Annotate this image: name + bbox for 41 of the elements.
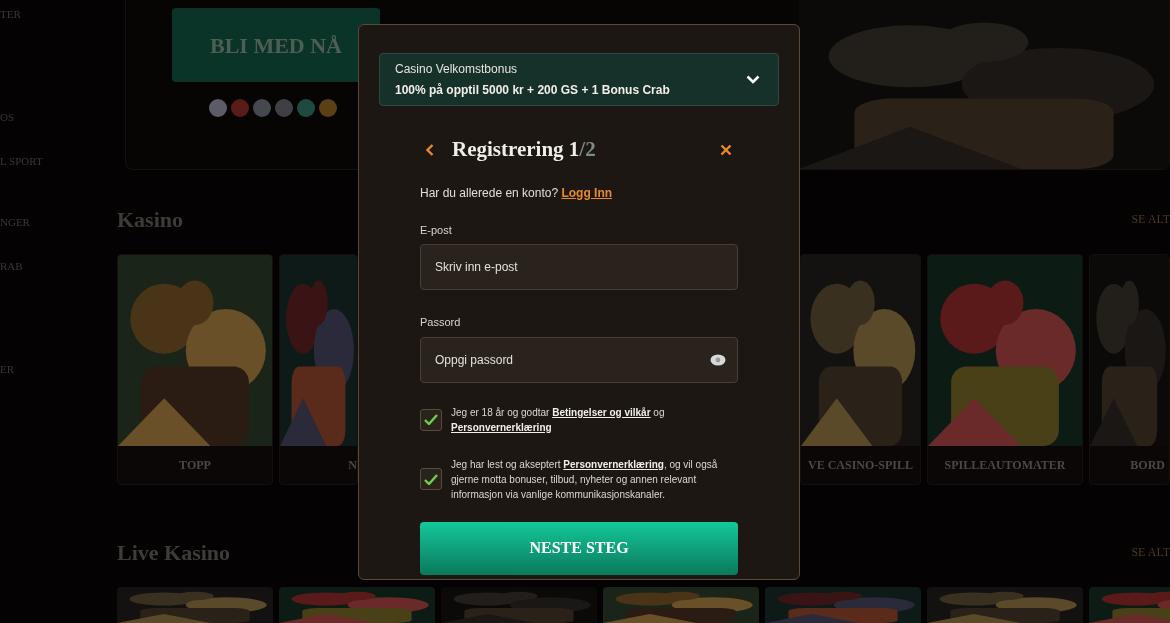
checkmark-icon xyxy=(424,473,438,485)
card-label: TOPP xyxy=(179,457,211,474)
see-all-link[interactable]: SE ALT xyxy=(1131,543,1170,561)
sidebar-item[interactable]: TER xyxy=(0,6,117,23)
bonus-accordion[interactable]: Casino Velkomstbonus 100% på opptil 5000 kr + 200 GS + 1 Bonus Crab xyxy=(379,53,779,106)
consent-link[interactable]: Personvernerklæring xyxy=(451,421,552,433)
close-icon xyxy=(720,143,732,156)
eye-icon[interactable] xyxy=(710,353,726,366)
card-label: VE CASINO-SPILL xyxy=(808,457,913,474)
section-title: Live Kasino xyxy=(117,538,231,567)
game-card[interactable]: VE CASINO-SPILL xyxy=(800,254,921,485)
game-card[interactable]: TOPP xyxy=(117,254,273,485)
checkbox[interactable] xyxy=(420,408,442,431)
join-button[interactable]: BLI MED NÅ xyxy=(172,8,380,82)
dialog-title: Registrering 1/2 xyxy=(452,136,596,163)
consent-text: Jeg har lest og akseptert Personvernerklæring, og vil også gjerne motta bonuser, tilbud, nyheter og annen relevant informasjon via vanlige kommunikasjonskanaler. xyxy=(451,457,719,502)
chevron-left-icon xyxy=(426,143,434,156)
login-prompt: Har du allerede en konto? Logg Inn xyxy=(420,184,614,202)
game-card[interactable]: BORD xyxy=(1089,254,1170,485)
bonus-offer: 100% på opptil 5000 kr + 200 GS + 1 Bonus Crab xyxy=(395,82,670,99)
consent-link[interactable]: Personvernerklæring xyxy=(563,458,664,470)
game-card[interactable]: N xyxy=(279,254,358,485)
email-field[interactable]: Skriv inn e-post xyxy=(420,244,738,290)
consent-text: Jeg er 18 år og godtar Betingelser og vilkår og Personvernerklæring xyxy=(451,405,666,435)
card-label: N xyxy=(348,457,357,474)
sidebar-item[interactable]: ER xyxy=(0,360,117,377)
section-title: Kasino xyxy=(117,205,184,234)
checkbox[interactable] xyxy=(420,468,442,490)
sidebar-item[interactable]: RAB xyxy=(0,258,117,275)
field-label: Passord xyxy=(420,315,462,330)
checkmark-icon xyxy=(424,414,438,425)
field-label: E-post xyxy=(420,222,453,238)
password-field[interactable]: Oppgi passord xyxy=(420,336,738,383)
card-label: SPILLEAUTOMATER xyxy=(944,457,1066,474)
card-label: BORD xyxy=(1130,457,1165,474)
login-link[interactable]: Logg Inn xyxy=(561,185,613,200)
consent-link[interactable]: Betingelser og vilkår xyxy=(552,406,651,418)
game-card[interactable]: SPILLEAUTOMATER xyxy=(927,254,1083,485)
see-all-link[interactable]: SE ALT xyxy=(1131,210,1170,228)
bonus-title: Casino Velkomstbonus xyxy=(395,61,519,78)
next-step-button[interactable]: NESTE STEG xyxy=(420,521,738,575)
